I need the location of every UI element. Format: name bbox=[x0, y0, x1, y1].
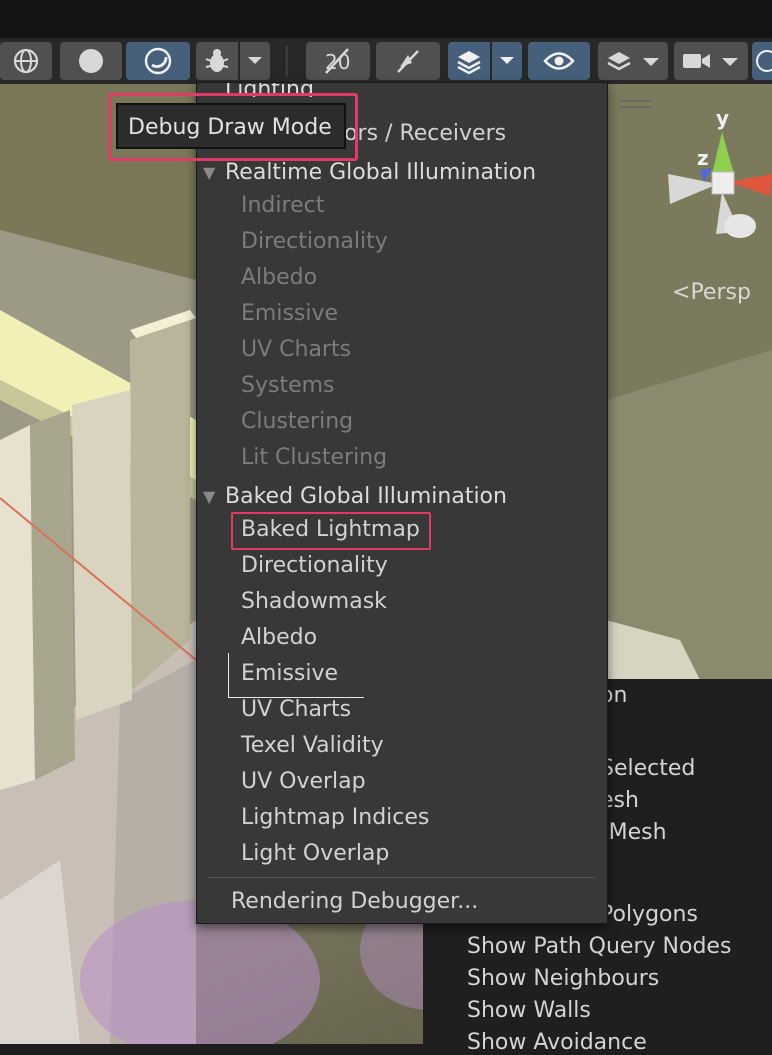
menu-item-realtime: Emissive bbox=[241, 301, 339, 326]
overlay-line[interactable]: Polygons bbox=[600, 902, 698, 927]
overlay-line[interactable]: Show Walls bbox=[467, 998, 591, 1023]
gizmo-z-label: z bbox=[697, 146, 709, 170]
menu-item-rendering-debugger[interactable]: Rendering Debugger... bbox=[231, 887, 478, 917]
debug-draw-mode-menu: Lighting Contributors / Receivers ▼ Real… bbox=[196, 82, 608, 924]
chevron-down-icon[interactable] bbox=[240, 42, 270, 80]
menu-item-baked[interactable]: Emissive bbox=[241, 659, 338, 689]
menu-handle-icon[interactable] bbox=[620, 100, 652, 112]
globe-icon[interactable] bbox=[752, 42, 772, 80]
menu-header-realtime-gi[interactable]: Realtime Global Illumination bbox=[225, 158, 536, 188]
menu-item-baked[interactable]: Lightmap Indices bbox=[241, 803, 429, 833]
expand-triangle-icon[interactable]: ▼ bbox=[203, 158, 215, 188]
gizmo-layers-icon[interactable] bbox=[448, 42, 490, 80]
overlay-line[interactable]: Show Path Query Nodes bbox=[467, 934, 731, 959]
gizmo-y-label: y bbox=[716, 106, 730, 130]
menu-item-realtime: UV Charts bbox=[241, 337, 352, 362]
layers-icon[interactable] bbox=[598, 42, 668, 80]
menu-item-baked[interactable]: Directionality bbox=[241, 551, 388, 581]
projection-toggle[interactable]: <Persp bbox=[672, 280, 751, 305]
tooltip: Debug Draw Mode bbox=[116, 103, 346, 149]
overlay-line[interactable]: Selected bbox=[600, 756, 695, 781]
overlay-line[interactable]: Show Avoidance bbox=[467, 1030, 647, 1055]
persp-label: Persp bbox=[690, 280, 751, 305]
menu-item-baked[interactable]: Shadowmask bbox=[241, 587, 387, 617]
menu-item-baked[interactable]: UV Overlap bbox=[241, 767, 366, 797]
globe-icon[interactable] bbox=[0, 42, 52, 80]
audio-off-icon[interactable] bbox=[376, 42, 440, 80]
circle-icon[interactable] bbox=[60, 42, 122, 80]
menu-item-baked-lightmap[interactable]: Baked Lightmap bbox=[241, 515, 420, 545]
menu-item-baked[interactable]: Albedo bbox=[241, 623, 317, 653]
menu-item-realtime: Lit Clustering bbox=[241, 445, 388, 470]
title-bar bbox=[0, 0, 772, 38]
menu-separator bbox=[207, 877, 595, 878]
menu-item-realtime: Systems bbox=[241, 373, 335, 398]
menu-item-realtime: Albedo bbox=[241, 265, 318, 290]
menu-item-baked[interactable]: UV Charts bbox=[241, 695, 351, 725]
menu-item-realtime: Indirect bbox=[241, 193, 325, 218]
lighting-off-icon[interactable]: 20 bbox=[306, 42, 370, 80]
overlay-line[interactable]: tMesh bbox=[600, 820, 667, 845]
chevron-left-icon: < bbox=[672, 280, 691, 305]
toolbar-separator bbox=[284, 46, 288, 76]
menu-item-baked[interactable]: Texel Validity bbox=[241, 731, 384, 761]
menu-item-realtime: Clustering bbox=[241, 409, 354, 434]
menu-header-baked-gi[interactable]: Baked Global Illumination bbox=[225, 482, 507, 512]
crescent-icon[interactable] bbox=[126, 42, 190, 80]
eye-icon[interactable] bbox=[528, 42, 590, 80]
menu-item-realtime: Directionality bbox=[241, 229, 388, 254]
bug-icon[interactable] bbox=[196, 42, 238, 80]
menu-item-baked[interactable]: Light Overlap bbox=[241, 839, 389, 869]
expand-triangle-icon[interactable]: ▼ bbox=[203, 482, 215, 512]
camera-icon[interactable] bbox=[674, 42, 748, 80]
focus-indicator bbox=[228, 653, 229, 697]
overlay-line[interactable]: Show Neighbours bbox=[467, 966, 659, 991]
chevron-down-icon[interactable] bbox=[492, 42, 522, 80]
